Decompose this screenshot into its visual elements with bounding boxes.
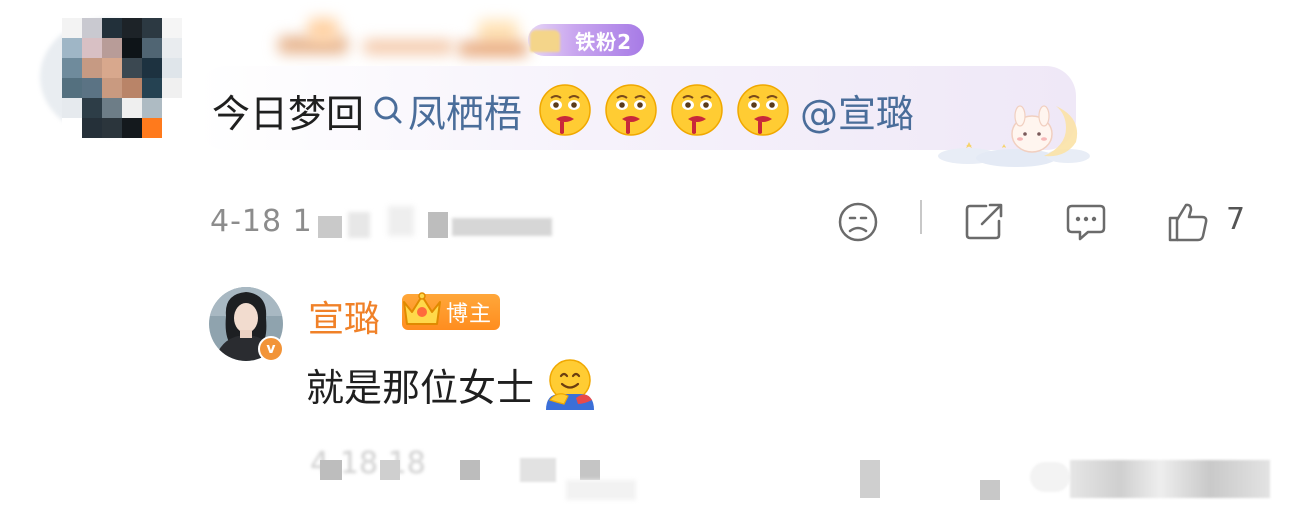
thumbs-up-icon[interactable]: [1166, 200, 1210, 244]
moon-bunny-sticker: [938, 105, 1090, 167]
reply-username[interactable]: 宣璐: [308, 290, 380, 342]
reply-text-content: 就是那位女士: [306, 365, 535, 410]
crying-drool-emoji: [539, 84, 591, 136]
like-count: 7: [1226, 202, 1246, 237]
fan-crown-icon: [530, 30, 560, 52]
comment-timestamp: 4-18 1: [210, 204, 313, 239]
search-icon: [374, 96, 402, 124]
avatar-mosaic: [62, 18, 182, 138]
crying-drool-emoji: [671, 84, 723, 136]
comment-text: 今日梦回 凤栖梧 @宣璐: [212, 82, 914, 138]
action-divider: [920, 200, 922, 234]
verified-badge: v: [258, 336, 284, 362]
commenter-username-obscured[interactable]: [268, 18, 568, 58]
location-obscured: [318, 206, 558, 238]
comment-text-prefix: 今日梦回: [212, 91, 365, 136]
blogger-badge-label: 博主: [445, 302, 492, 327]
mention-link[interactable]: @宣璐: [800, 83, 914, 138]
crying-drool-emoji: [737, 84, 789, 136]
share-icon[interactable]: [962, 200, 1006, 244]
comment-meta-row: 4-18 1 7: [210, 196, 1270, 248]
comment-icon[interactable]: [1064, 200, 1108, 244]
topic-link[interactable]: 凤栖梧: [408, 83, 522, 138]
crying-drool-emoji: [605, 84, 657, 136]
blogger-badge: 博主: [402, 292, 500, 330]
reply-text: 就是那位女士: [306, 354, 596, 414]
reply-meta-row-obscured: 4-18 18: [300, 440, 1290, 510]
sad-face-icon[interactable]: [836, 200, 880, 244]
crown-icon: [403, 292, 441, 325]
fan-level-badge: 铁粉2: [528, 24, 644, 56]
fan-badge-label: 铁粉2: [575, 29, 632, 54]
hugging-emoji: [546, 359, 595, 410]
commenter-avatar-pixelated[interactable]: [40, 18, 182, 140]
comment-screen: 铁粉2 今日梦回 凤栖梧 @宣璐 4-18 1 7 v 宣璐 博主 就是那位女士…: [0, 0, 1290, 510]
